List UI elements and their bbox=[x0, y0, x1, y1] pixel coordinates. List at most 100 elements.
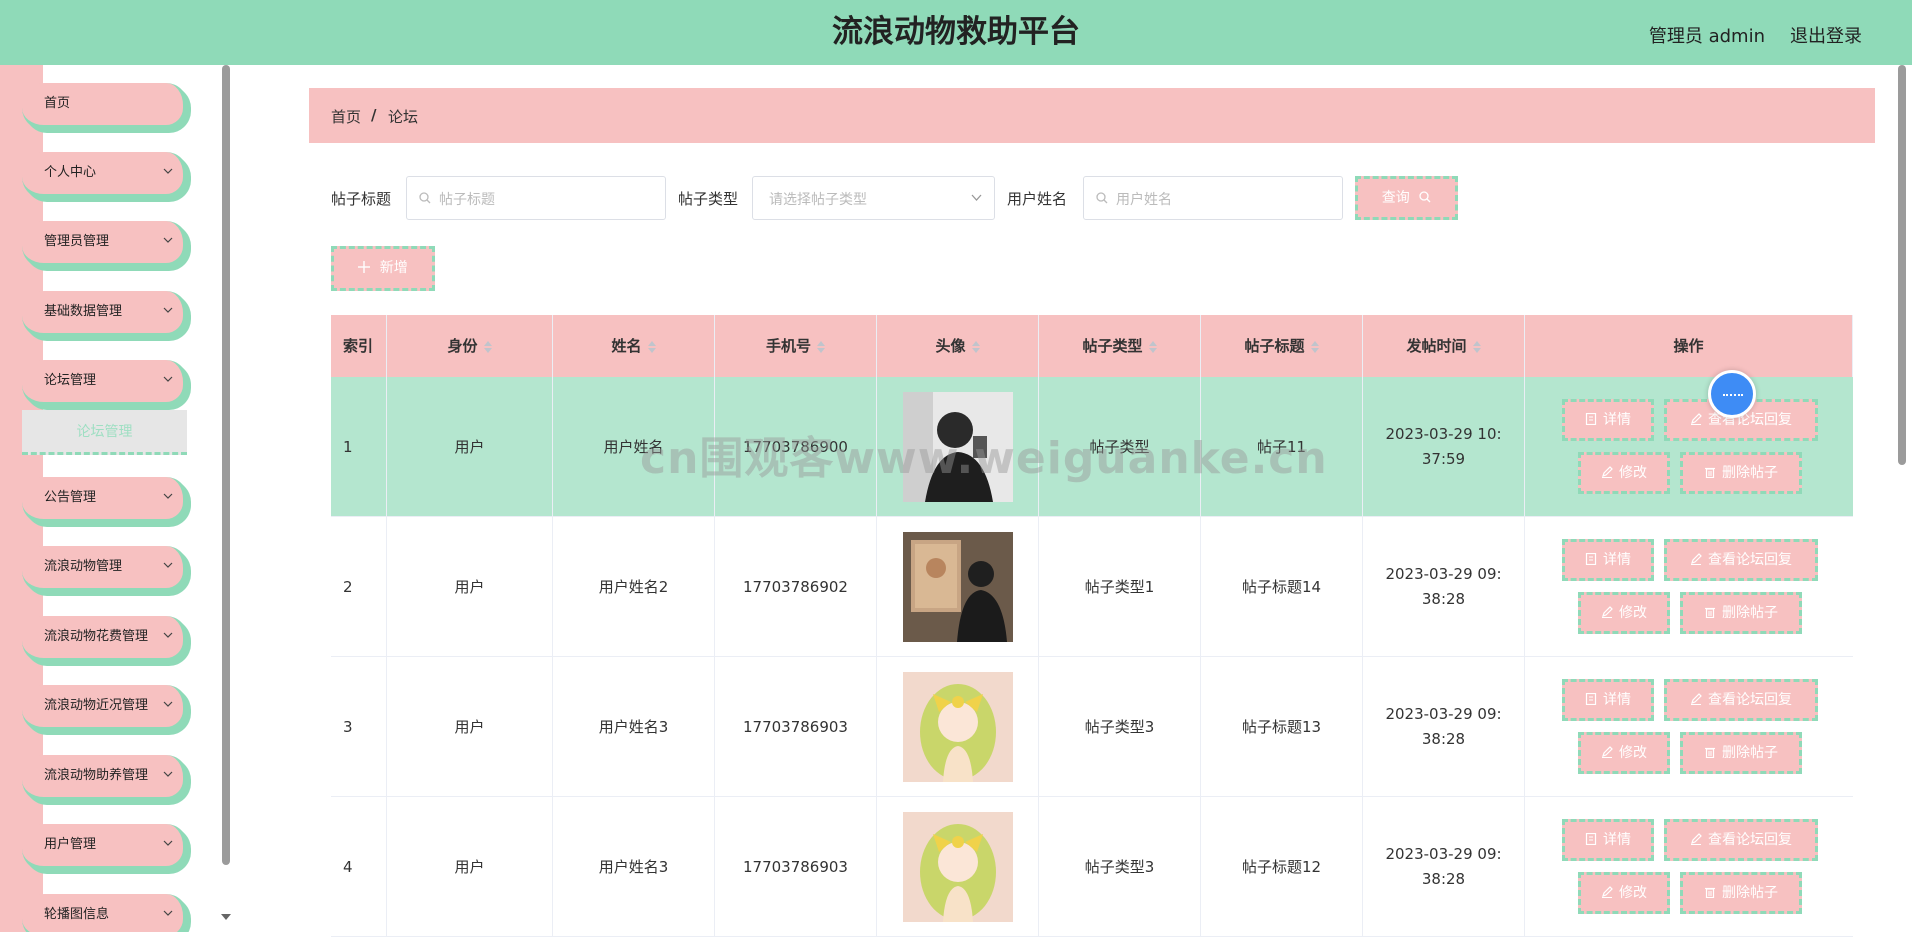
sidebar-item-7[interactable]: 流浪动物管理 bbox=[22, 546, 188, 593]
avatar[interactable] bbox=[902, 392, 1013, 502]
cell-index: 3 bbox=[331, 657, 387, 797]
submenu-item-forum-management[interactable]: 论坛管理 bbox=[22, 410, 187, 455]
sidebar-scrollbar[interactable] bbox=[222, 65, 230, 865]
user-name-input[interactable]: 用户姓名 bbox=[1083, 176, 1343, 220]
detail-button[interactable]: 详情 bbox=[1562, 679, 1654, 721]
trash-icon bbox=[1705, 747, 1715, 758]
sidebar-item-11[interactable]: 用户管理 bbox=[22, 824, 188, 871]
column-header-2[interactable]: 身份 bbox=[387, 315, 553, 377]
action-label: 修改 bbox=[1619, 885, 1647, 901]
cell-value: 帖子类型1 bbox=[1084, 577, 1155, 596]
post-title-label: 帖子标题 bbox=[331, 190, 392, 208]
delete-button[interactable]: 删除帖子 bbox=[1680, 452, 1802, 494]
sidebar-item-8[interactable]: 流浪动物花费管理 bbox=[22, 616, 188, 663]
sort-caret-icon[interactable] bbox=[1148, 340, 1157, 353]
search-icon bbox=[419, 192, 431, 204]
cell-value: 17703786900 bbox=[743, 437, 848, 456]
sidebar-item-3[interactable]: 管理员管理 bbox=[22, 221, 188, 268]
column-header-5[interactable]: 头像 bbox=[877, 315, 1039, 377]
sidebar-item-12[interactable]: 轮播图信息 bbox=[22, 894, 188, 932]
cell-title: 帖子11 bbox=[1201, 377, 1363, 517]
column-header-4[interactable]: 手机号 bbox=[715, 315, 877, 377]
column-header-label: 手机号 bbox=[765, 337, 811, 355]
table-row[interactable]: 3 用户 用户姓名3 17703786903 帖子类型3 帖子标题13 2023-03-29… bbox=[331, 657, 1853, 797]
trash-icon bbox=[1705, 467, 1715, 478]
sidebar-item-label: 流浪动物管理 bbox=[44, 559, 123, 574]
post-title-input[interactable]: 帖子标题 bbox=[406, 176, 666, 220]
sort-caret-icon[interactable] bbox=[817, 340, 825, 353]
cell-actions: 详情 查看论坛回复修改 删除帖子 bbox=[1525, 797, 1853, 937]
sidebar-item-10[interactable]: 流浪动物助养管理 bbox=[22, 755, 188, 802]
detail-button[interactable]: 详情 bbox=[1562, 819, 1654, 861]
column-header-7[interactable]: 帖子标题 bbox=[1201, 315, 1363, 377]
table-row[interactable]: 2 用户 用户姓名2 17703786902 帖子类型1 帖子标题14 2023-03-29… bbox=[331, 517, 1853, 657]
cell-phone: 17703786903 bbox=[715, 657, 877, 797]
cell-actions: 详情 查看论坛回复修改 删除帖子 bbox=[1525, 517, 1853, 657]
cell-type: 帖子类型 bbox=[1039, 377, 1201, 517]
delete-button[interactable]: 删除帖子 bbox=[1680, 732, 1802, 774]
post-type-select[interactable]: 请选择帖子类型 bbox=[752, 176, 995, 220]
action-label: 修改 bbox=[1619, 605, 1647, 621]
scroll-down-arrow-icon[interactable] bbox=[221, 914, 231, 920]
avatar[interactable] bbox=[902, 812, 1013, 922]
chevron-down-icon bbox=[163, 840, 173, 846]
view-reply-button[interactable]: 查看论坛回复 bbox=[1664, 679, 1818, 721]
cell-index: 4 bbox=[331, 797, 387, 937]
sidebar-item-5[interactable]: 论坛管理 bbox=[22, 360, 188, 407]
avatar[interactable] bbox=[902, 672, 1013, 782]
cell-value: 帖子标题12 bbox=[1241, 857, 1322, 876]
delete-button[interactable]: 删除帖子 bbox=[1680, 872, 1802, 914]
user-name-label: 用户姓名 bbox=[1007, 190, 1068, 208]
main-scrollbar[interactable] bbox=[1898, 65, 1906, 465]
sort-caret-icon[interactable] bbox=[971, 340, 980, 353]
edit-button[interactable]: 修改 bbox=[1578, 872, 1670, 914]
edit-icon bbox=[1691, 693, 1702, 705]
logout-link[interactable]: 退出登录 bbox=[1790, 22, 1862, 48]
sidebar-item-1[interactable]: 首页 bbox=[22, 83, 188, 130]
column-header-3[interactable]: 姓名 bbox=[553, 315, 715, 377]
edit-icon bbox=[1602, 606, 1613, 618]
sidebar-item-6[interactable]: 公告管理 bbox=[22, 477, 188, 524]
column-header-6[interactable]: 帖子类型 bbox=[1039, 315, 1201, 377]
cell-value: 帖子11 bbox=[1256, 437, 1307, 456]
add-button[interactable]: 新增 bbox=[331, 246, 435, 291]
sort-caret-icon[interactable] bbox=[1472, 340, 1481, 353]
column-header-label: 身份 bbox=[447, 337, 478, 355]
avatar[interactable] bbox=[902, 532, 1013, 642]
edit-button[interactable]: 修改 bbox=[1578, 592, 1670, 634]
sort-caret-icon[interactable] bbox=[483, 340, 492, 353]
detail-button[interactable]: 详情 bbox=[1562, 399, 1654, 441]
edit-icon bbox=[1691, 413, 1702, 425]
app-title: 流浪动物救助平台 bbox=[832, 14, 1080, 50]
sidebar-item-9[interactable]: 流浪动物近况管理 bbox=[22, 685, 188, 732]
plus-icon bbox=[358, 261, 371, 273]
floating-assistant-button[interactable] bbox=[1708, 370, 1756, 418]
edit-button[interactable]: 修改 bbox=[1578, 732, 1670, 774]
cell-title: 帖子标题12 bbox=[1201, 797, 1363, 937]
sort-caret-icon[interactable] bbox=[647, 340, 656, 353]
view-reply-button[interactable]: 查看论坛回复 bbox=[1664, 819, 1818, 861]
sidebar-item-4[interactable]: 基础数据管理 bbox=[22, 291, 188, 338]
sort-caret-icon[interactable] bbox=[1310, 340, 1319, 353]
chevron-down-icon bbox=[971, 194, 982, 201]
column-header-8[interactable]: 发帖时间 bbox=[1363, 315, 1525, 377]
chevron-down-icon bbox=[163, 168, 173, 174]
trash-icon bbox=[1705, 887, 1715, 898]
delete-button[interactable]: 删除帖子 bbox=[1680, 592, 1802, 634]
search-button[interactable]: 查询 bbox=[1355, 176, 1458, 220]
action-label: 修改 bbox=[1619, 465, 1647, 481]
table-row[interactable]: 4 用户 用户姓名3 17703786903 帖子类型3 帖子标题12 2023-03-29… bbox=[331, 797, 1853, 937]
cell-value: 帖子类型3 bbox=[1084, 857, 1155, 876]
edit-button[interactable]: 修改 bbox=[1578, 452, 1670, 494]
cell-value: 用户姓名3 bbox=[598, 717, 669, 736]
chevron-down-icon bbox=[163, 632, 173, 638]
chevron-down-icon bbox=[163, 376, 173, 382]
cell-index: 2 bbox=[331, 517, 387, 657]
sidebar-item-2[interactable]: 个人中心 bbox=[22, 152, 188, 199]
view-reply-button[interactable]: 查看论坛回复 bbox=[1664, 539, 1818, 581]
detail-button[interactable]: 详情 bbox=[1562, 539, 1654, 581]
breadcrumb-home[interactable]: 首页 bbox=[331, 106, 361, 127]
table-row[interactable]: 1 用户 用户姓名 17703786900 帖子类型 帖子11 2023-03-29 10:… bbox=[331, 377, 1853, 517]
sidebar-item-label: 管理员管理 bbox=[44, 234, 110, 249]
cell-value: 17703786902 bbox=[743, 577, 848, 596]
